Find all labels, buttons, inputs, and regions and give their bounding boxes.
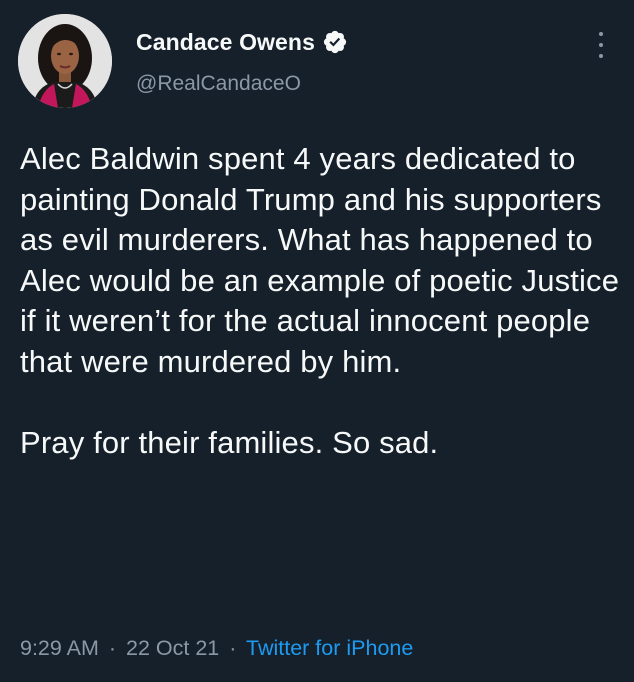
more-dot	[599, 54, 603, 58]
author-name-row: Candace Owens	[136, 26, 348, 58]
display-name[interactable]: Candace Owens	[136, 29, 315, 56]
tweet-meta: 9:29 AM · 22 Oct 21 · Twitter for iPhone	[20, 636, 413, 661]
avatar[interactable]	[18, 14, 112, 108]
tweet-card: Candace Owens @RealCandaceO Alec Baldwin…	[0, 0, 634, 682]
tweet-source-link[interactable]: Twitter for iPhone	[246, 636, 413, 660]
more-dot	[599, 32, 603, 36]
meta-separator: ·	[229, 636, 237, 660]
tweet-date[interactable]: 22 Oct 21	[126, 636, 219, 660]
tweet-paragraph: Alec Baldwin spent 4 years dedicated to …	[20, 141, 620, 379]
user-handle[interactable]: @RealCandaceO	[136, 72, 301, 96]
profile-photo-icon	[18, 14, 112, 108]
more-dot	[599, 43, 603, 47]
tweet-text: Alec Baldwin spent 4 years dedicated to …	[20, 139, 620, 464]
more-options-icon[interactable]	[594, 32, 608, 58]
verified-badge-icon	[322, 29, 348, 55]
meta-separator: ·	[108, 636, 117, 660]
tweet-paragraph: Pray for their families. So sad.	[20, 425, 439, 461]
tweet-time[interactable]: 9:29 AM	[20, 636, 99, 660]
